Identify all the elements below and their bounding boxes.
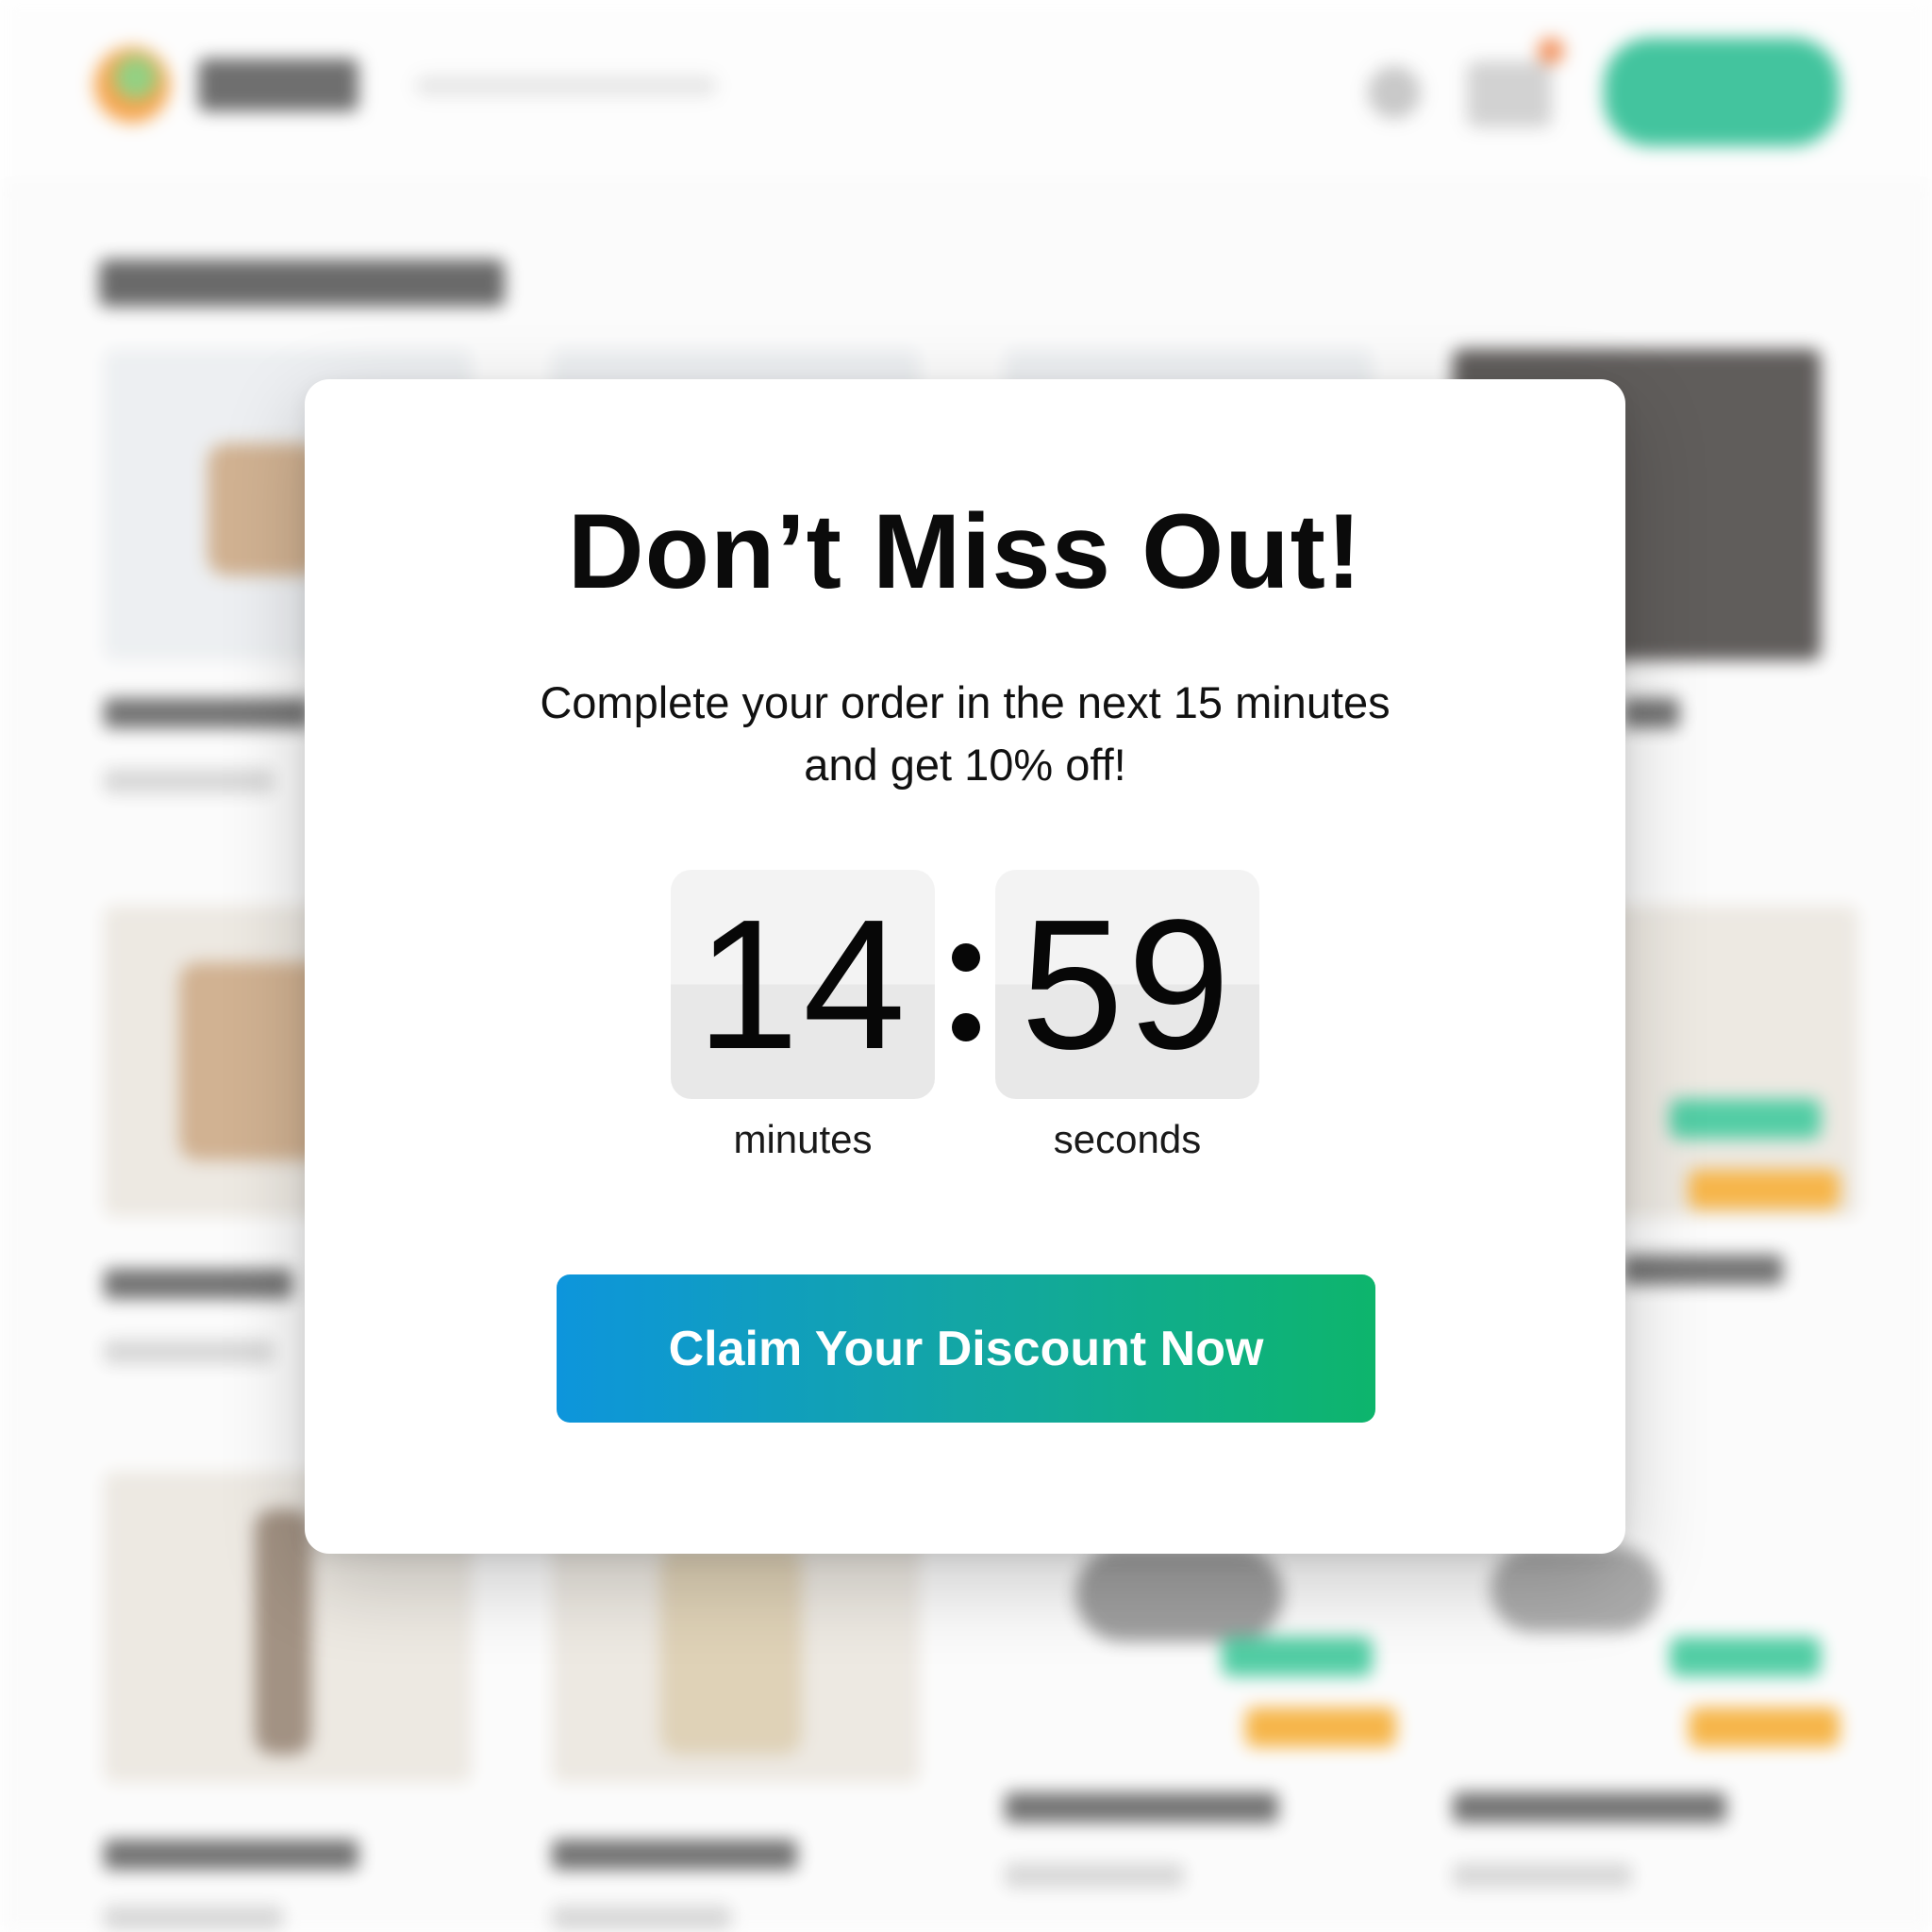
modal-title: Don’t Miss Out! bbox=[567, 492, 1363, 610]
timer-colon bbox=[941, 870, 990, 1099]
discount-modal: Don’t Miss Out! Complete your order in t… bbox=[305, 379, 1625, 1554]
minutes-box: 14 bbox=[671, 870, 935, 1099]
modal-subtitle: Complete your order in the next 15 minut… bbox=[465, 672, 1465, 796]
minutes-label: minutes bbox=[733, 1117, 873, 1161]
seconds-label: seconds bbox=[1053, 1117, 1202, 1161]
seconds-value: 59 bbox=[1020, 881, 1234, 1088]
colon-dot-top bbox=[952, 943, 980, 972]
seconds-box: 59 bbox=[995, 870, 1259, 1099]
claim-discount-button[interactable]: Claim Your Discount Now bbox=[557, 1274, 1375, 1423]
modal-subtitle-line-1: Complete your order in the next 15 minut… bbox=[540, 677, 1391, 727]
countdown-timer: 14 59 bbox=[671, 870, 1259, 1101]
minutes-value: 14 bbox=[695, 881, 909, 1088]
modal-subtitle-line-2: and get 10% off! bbox=[804, 740, 1126, 790]
colon-dot-bottom bbox=[952, 1013, 980, 1041]
